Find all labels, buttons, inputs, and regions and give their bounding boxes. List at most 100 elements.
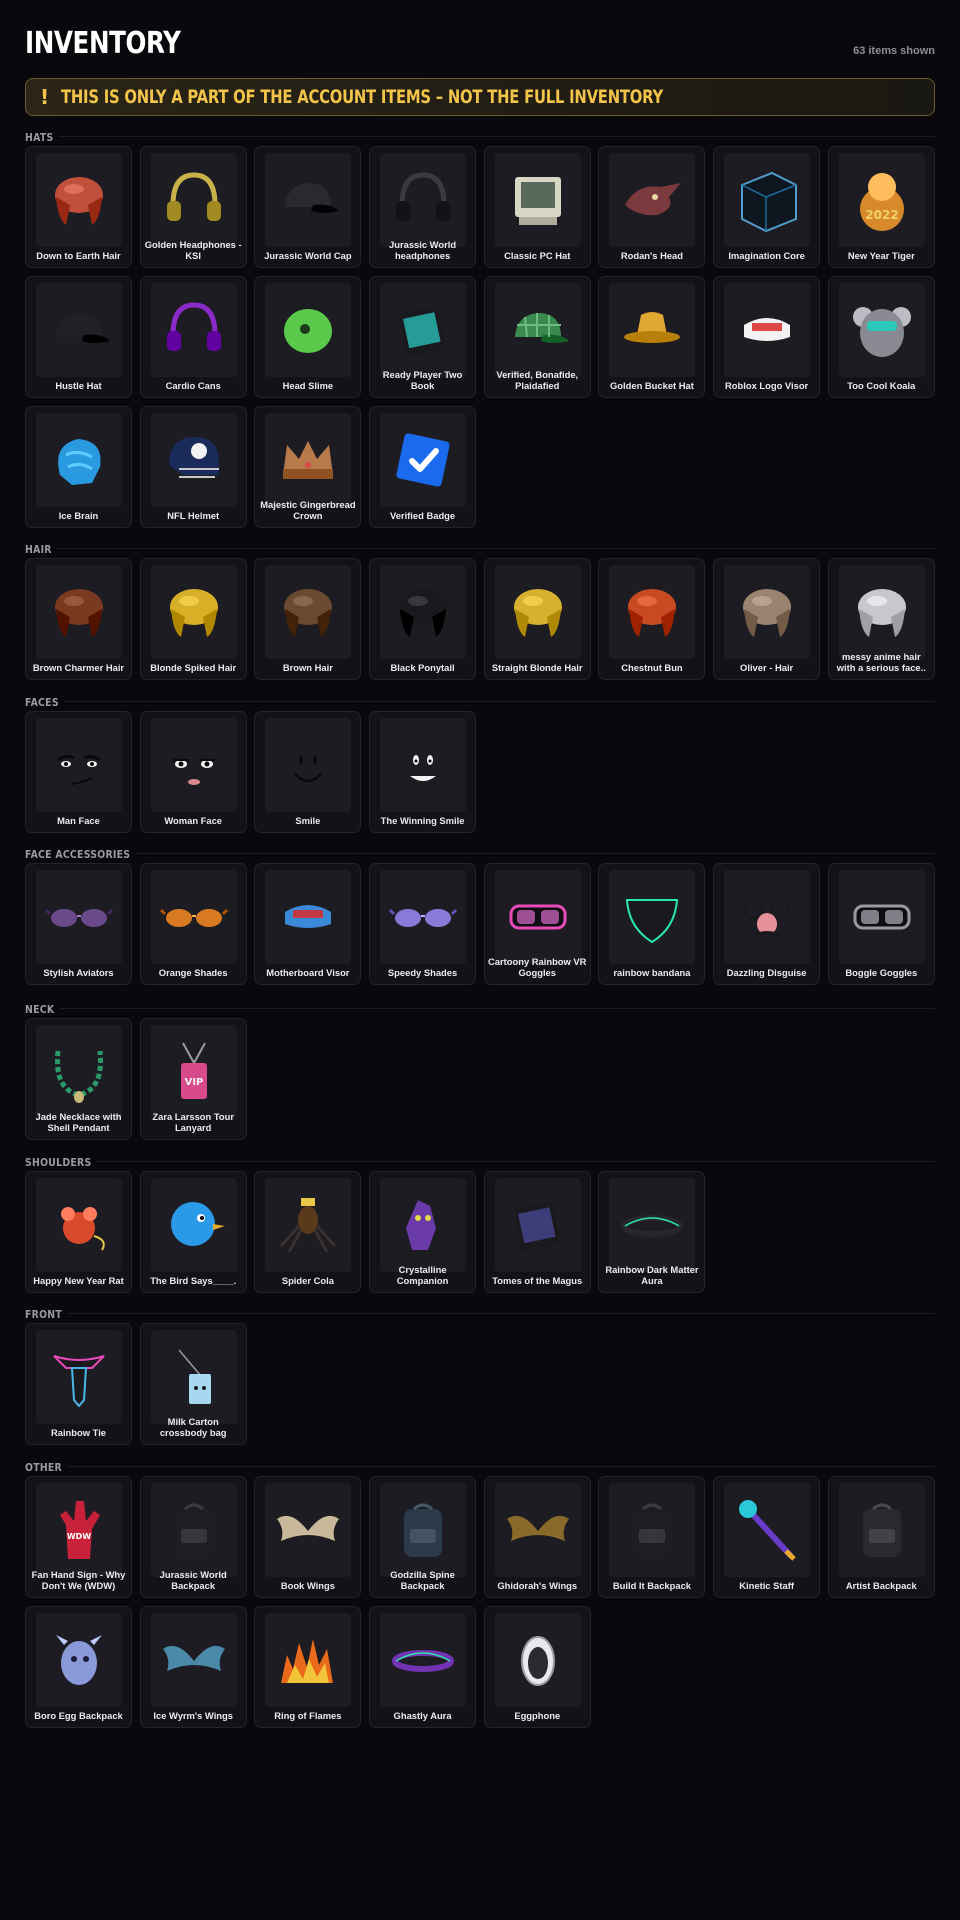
item-name: Golden Bucket Hat bbox=[610, 380, 694, 391]
item-card[interactable]: Verified, Bonafide, Plaidafied bbox=[483, 276, 591, 398]
item-card[interactable]: Boro Egg Backpack bbox=[25, 1606, 132, 1728]
bandana-icon bbox=[609, 870, 696, 964]
staff-icon bbox=[724, 1483, 811, 1577]
item-card[interactable]: Too Cool Koala bbox=[827, 276, 935, 398]
item-card[interactable]: Ice Brain bbox=[25, 406, 132, 528]
item-name: Black Ponytail bbox=[390, 662, 455, 673]
item-card[interactable]: The Bird Says____. bbox=[139, 1171, 247, 1293]
item-card[interactable]: Majestic Gingerbread Crown bbox=[254, 406, 362, 528]
item-card[interactable]: Ghastly Aura bbox=[369, 1606, 477, 1728]
item-card[interactable]: Brown Charmer Hair bbox=[25, 558, 132, 680]
item-card[interactable]: WDW Fan Hand Sign - Why Don't We (WDW) bbox=[25, 1476, 132, 1598]
tie-icon bbox=[36, 1330, 122, 1424]
item-card[interactable]: NFL Helmet bbox=[139, 406, 247, 528]
item-card[interactable]: Rainbow Dark Matter Aura bbox=[598, 1171, 706, 1293]
item-card[interactable]: Roblox Logo Visor bbox=[713, 276, 821, 398]
item-card[interactable]: Ready Player Two Book bbox=[369, 276, 477, 398]
hair-icon bbox=[838, 565, 925, 659]
item-card[interactable]: Godzilla Spine Backpack bbox=[369, 1476, 477, 1598]
item-card[interactable]: Jurassic World headphones bbox=[369, 146, 477, 268]
item-grid: Jade Necklace with Shell Pendant VIP Zara … bbox=[25, 1018, 935, 1140]
svg-text:2022: 2022 bbox=[865, 208, 898, 222]
item-card[interactable]: Straight Blonde Hair bbox=[483, 558, 591, 680]
item-card[interactable]: Golden Bucket Hat bbox=[598, 276, 706, 398]
item-card[interactable]: Oliver - Hair bbox=[713, 558, 821, 680]
item-card[interactable]: Brown Hair bbox=[254, 558, 362, 680]
verified-badge-icon bbox=[380, 413, 467, 507]
item-name: Dazzling Disguise bbox=[726, 967, 807, 978]
hair-icon bbox=[609, 565, 696, 659]
section-shoulders: SHOULDERS Happy New Year Rat The Bird Says… bbox=[25, 1153, 935, 1293]
item-name: Ice Wyrm's Wings bbox=[153, 1710, 233, 1721]
item-card[interactable]: Classic PC Hat bbox=[483, 146, 591, 268]
item-card[interactable]: Stylish Aviators bbox=[25, 863, 132, 985]
item-card[interactable]: Build It Backpack bbox=[598, 1476, 706, 1598]
item-card[interactable]: Jade Necklace with Shell Pendant bbox=[25, 1018, 132, 1140]
item-card[interactable]: Ghidorah's Wings bbox=[483, 1476, 591, 1598]
section-header: SHOULDERS bbox=[25, 1153, 935, 1171]
hair-icon bbox=[724, 565, 811, 659]
item-card[interactable]: Cardio Cans bbox=[139, 276, 247, 398]
item-card[interactable]: Motherboard Visor bbox=[254, 863, 362, 985]
item-name: Stylish Aviators bbox=[43, 967, 114, 978]
item-card[interactable]: rainbow bandana bbox=[598, 863, 706, 985]
item-card[interactable]: Ring of Flames bbox=[254, 1606, 362, 1728]
item-card[interactable]: Book Wings bbox=[254, 1476, 362, 1598]
item-card[interactable]: 2022 New Year Tiger bbox=[827, 146, 935, 268]
section-divider bbox=[25, 1008, 935, 1009]
item-card[interactable]: Rodan's Head bbox=[598, 146, 706, 268]
item-card[interactable]: Happy New Year Rat bbox=[25, 1171, 132, 1293]
item-card[interactable]: Woman Face bbox=[139, 711, 247, 833]
item-card[interactable]: Imagination Core bbox=[713, 146, 821, 268]
goggles-icon bbox=[838, 870, 925, 964]
item-name: Oliver - Hair bbox=[740, 662, 794, 673]
item-card[interactable]: Crystalline Companion bbox=[369, 1171, 477, 1293]
item-card[interactable]: Dazzling Disguise bbox=[713, 863, 821, 985]
item-card[interactable]: Verified Badge bbox=[369, 406, 477, 528]
visor-icon bbox=[265, 870, 352, 964]
item-card[interactable]: The Winning Smile bbox=[369, 711, 477, 833]
backpack-icon bbox=[150, 1483, 237, 1577]
item-card[interactable]: Jurassic World Backpack bbox=[139, 1476, 247, 1598]
item-card[interactable]: Head Slime bbox=[254, 276, 362, 398]
item-card[interactable]: Artist Backpack bbox=[827, 1476, 935, 1598]
hair-icon bbox=[265, 565, 352, 659]
item-card[interactable]: Man Face bbox=[25, 711, 132, 833]
item-card[interactable]: Blonde Spiked Hair bbox=[139, 558, 247, 680]
item-name: Ice Brain bbox=[58, 510, 99, 521]
slime-icon bbox=[265, 283, 352, 377]
item-card[interactable]: Chestnut Bun bbox=[598, 558, 706, 680]
plaid-cap-icon bbox=[494, 283, 581, 377]
item-card[interactable]: messy anime hair with a serious face.. bbox=[827, 558, 935, 680]
item-card[interactable]: Black Ponytail bbox=[369, 558, 477, 680]
item-name: Smile bbox=[295, 815, 321, 826]
item-card[interactable]: Spider Cola bbox=[254, 1171, 362, 1293]
section-hats: HATS Down to Earth Hair Golden Headphones … bbox=[25, 128, 935, 528]
visor-icon bbox=[724, 283, 811, 377]
item-name: Artist Backpack bbox=[845, 1580, 917, 1591]
headphones-icon bbox=[150, 153, 237, 247]
hair-icon bbox=[380, 565, 467, 659]
hair-icon bbox=[150, 565, 237, 659]
item-card[interactable]: Milk Carton crossbody bag bbox=[139, 1323, 247, 1445]
item-card[interactable]: Jurassic World Cap bbox=[254, 146, 362, 268]
item-card[interactable]: Speedy Shades bbox=[369, 863, 477, 985]
item-card[interactable]: Rainbow Tie bbox=[25, 1323, 132, 1445]
item-card[interactable]: Hustle Hat bbox=[25, 276, 132, 398]
section-header: NECK bbox=[25, 1000, 935, 1018]
item-card[interactable]: Ice Wyrm's Wings bbox=[139, 1606, 247, 1728]
item-card[interactable]: VIP Zara Larsson Tour Lanyard bbox=[139, 1018, 247, 1140]
item-card[interactable]: Smile bbox=[254, 711, 362, 833]
item-name: Jurassic World Backpack bbox=[159, 1569, 227, 1591]
item-card[interactable]: Eggphone bbox=[483, 1606, 591, 1728]
item-card[interactable]: Cartoony Rainbow VR Goggles bbox=[483, 863, 591, 985]
item-card[interactable]: Boggle Goggles bbox=[827, 863, 935, 985]
item-name: Man Face bbox=[57, 815, 100, 826]
item-card[interactable]: Kinetic Staff bbox=[713, 1476, 821, 1598]
rat-icon bbox=[36, 1178, 122, 1272]
item-card[interactable]: Golden Headphones - KSI bbox=[139, 146, 247, 268]
item-card[interactable]: Down to Earth Hair bbox=[25, 146, 132, 268]
item-card[interactable]: Tomes of the Magus bbox=[483, 1171, 591, 1293]
lanyard-icon: VIP bbox=[150, 1025, 237, 1119]
item-card[interactable]: Orange Shades bbox=[139, 863, 247, 985]
